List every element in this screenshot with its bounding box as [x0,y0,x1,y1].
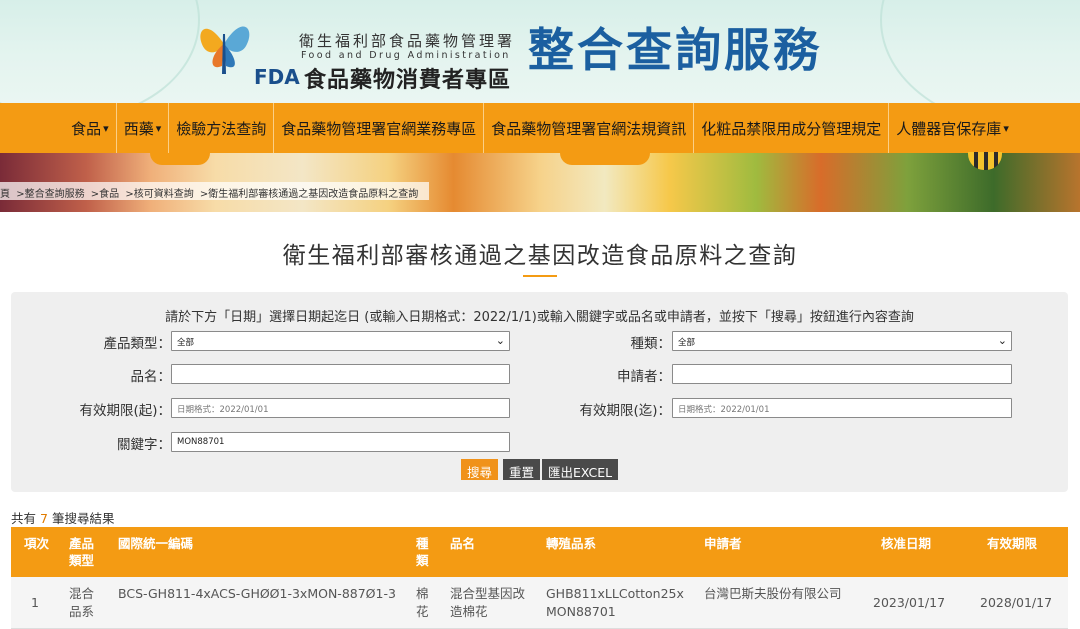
butterfly-logo-icon [200,26,250,74]
search-panel: 請於下方「日期」選擇日期起迄日 (或輸入日期格式：2022/1/1)或輸入關鍵字… [11,292,1068,492]
cell-index: 1 [31,595,39,610]
category-select[interactable]: 全部 ⌄ [672,331,1012,351]
result-count-prefix: 共有 [11,511,37,526]
gov-name-chinese: 衛生福利部食品藥物管理署 [299,32,516,50]
column-header-index: 項次 [24,536,50,551]
cell-applicant: 台灣巴斯夫股份有限公司 [704,586,842,601]
caret-down-icon: ▾ [155,121,162,135]
applicant-label: 申請者： [617,369,671,385]
nav-item-cosmetic-ingredients[interactable]: 化粧品禁限用成分管理規定 [694,103,890,153]
results-table-header: 項次 產品類型 國際統一編碼 種類 品名 轉殖品系 申請者 核准日期 有效期限 [11,527,1068,577]
column-header-expiry-date: 有效期限 [987,536,1038,551]
valid-to-label: 有效期限(迄)： [579,403,671,419]
banner-decoration [560,153,650,165]
cell-code: BCS-GH811-4xACS-GHØØ1-3xMON-887Ø1-3 [118,586,396,601]
main-nav: 食品 ▾ 西藥 ▾ 檢驗方法查詢 食品藥物管理署官網業務專區 食品藥物管理署官網法規… [0,103,1080,153]
nav-item-food[interactable]: 食品 ▾ [64,103,117,153]
nav-item-test-methods[interactable]: 檢驗方法查詢 [169,103,275,153]
result-count-suffix: 筆搜尋結果 [51,511,115,526]
cell-product-type: 混合品系 [69,586,95,619]
caret-down-icon: ▾ [103,121,109,135]
export-excel-button[interactable]: 匯出EXCEL [542,459,619,480]
header-banner: 衛生福利部食品藥物管理署 Food and Drug Administratio… [0,0,1080,103]
caret-down-icon: ▾ [1003,121,1009,135]
cell-expiry-date: 2028/01/17 [980,595,1053,610]
breadcrumb-approved-data[interactable]: >核可資料查詢 [125,189,193,200]
search-instruction: 請於下方「日期」選擇日期起迄日 (或輸入日期格式：2022/1/1)或輸入關鍵字… [165,310,914,325]
breadcrumb-home[interactable]: 頁 [0,189,10,200]
nav-item-business-zone[interactable]: 食品藥物管理署官網業務專區 [274,103,485,153]
nav-item-label: 人體器官保存庫 [896,119,1002,138]
nav-item-western-medicine[interactable]: 西藥 ▾ [117,103,170,153]
cell-strain: GHB811xLLCotton25xMON88701 [546,586,684,619]
column-header-name: 品名 [450,536,476,551]
nav-item-organ-bank[interactable]: 人體器官保存庫 ▾ [889,103,1016,153]
reset-button[interactable]: 重置 [503,459,541,480]
fda-acronym: FDA [254,65,300,89]
breadcrumb-food[interactable]: >食品 [91,189,119,200]
consumer-zone-title: 食品藥物消費者專區 [304,68,512,93]
result-count-number: 7 [40,511,48,526]
gov-name-english: Food and Drug Administration [301,50,511,61]
banner-decoration [880,0,1080,103]
chevron-down-icon: ⌄ [997,334,1007,347]
product-type-value: 全部 [177,338,195,348]
column-header-product-type: 產品類型 [69,536,95,568]
search-button[interactable]: 搜尋 [461,459,499,480]
nav-item-label: 食品藥物管理署官網業務專區 [281,119,477,138]
keyword-input[interactable]: MON88701 [171,432,510,452]
nav-item-label: 食品 [71,119,102,138]
valid-from-date-input[interactable]: 日期格式：2022/01/01 [171,398,510,418]
cell-name: 混合型基因改造棉花 [450,586,526,619]
column-header-approval-date: 核准日期 [881,536,932,551]
column-header-applicant: 申請者 [704,536,742,551]
table-row: 1 混合品系 BCS-GH811-4xACS-GHØØ1-3xMON-887Ø1… [11,577,1068,629]
nav-item-label: 化粧品禁限用成分管理規定 [701,119,882,138]
nav-item-label: 檢驗方法查詢 [176,119,267,138]
nav-item-label: 食品藥物管理署官網法規資訊 [491,119,687,138]
banner-decoration [0,0,200,103]
category-label: 種類： [630,336,672,352]
product-type-select[interactable]: 全部 ⌄ [171,331,510,351]
page-title: 衛生福利部審核通過之基因改造食品原料之查詢 [282,243,798,269]
nav-item-regulations[interactable]: 食品藥物管理署官網法規資訊 [484,103,695,153]
nav-item-label: 西藥 [123,119,154,138]
cell-approval-date: 2023/01/17 [873,595,946,610]
valid-to-date-input[interactable]: 日期格式：2022/01/01 [672,398,1012,418]
column-header-strain: 轉殖品系 [546,536,597,551]
keyword-label: 關鍵字： [117,437,171,453]
name-input[interactable] [171,364,510,384]
fda-logo[interactable]: 衛生福利部食品藥物管理署 Food and Drug Administratio… [196,10,526,93]
chevron-down-icon: ⌄ [495,334,505,347]
cell-category: 棉花 [416,586,429,619]
column-header-code: 國際統一編碼 [118,536,194,551]
valid-from-label: 有效期限(起)： [79,403,171,419]
banner-decoration [150,153,210,165]
breadcrumb-integrated-service[interactable]: >整合查詢服務 [16,189,84,200]
product-type-label: 產品類型： [103,336,172,352]
applicant-input[interactable] [672,364,1012,384]
result-count: 共有 7 筆搜尋結果 [11,508,114,527]
category-value: 全部 [678,338,696,348]
title-underline [523,275,557,277]
breadcrumb-current-page: >衛生福利部審核通過之基因改造食品原料之查詢 [199,189,419,200]
service-title: 整合查詢服務 [528,23,822,77]
column-header-category: 種類 [416,536,429,568]
breadcrumb: 頁 >整合查詢服務 >食品 >核可資料查詢 >衛生福利部審核通過之基因改造食品原… [0,182,430,200]
name-label: 品名： [130,369,172,385]
